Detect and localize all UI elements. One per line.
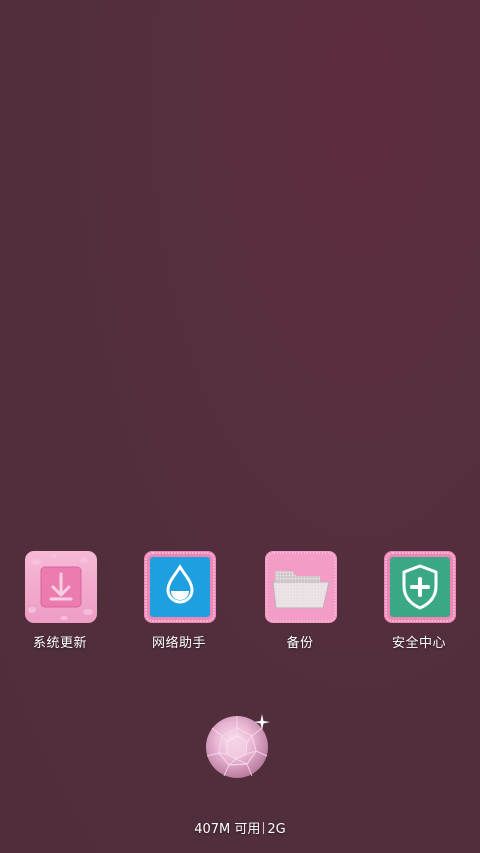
app-label: 安全中心 xyxy=(391,636,446,651)
status-divider xyxy=(263,822,265,834)
app-backup[interactable]: 备份 xyxy=(240,550,360,660)
water-drop-icon xyxy=(143,550,217,624)
memory-status: 407M 可用 xyxy=(194,822,261,837)
app-label: 备份 xyxy=(286,636,314,651)
app-system-update[interactable]: 系统更新 xyxy=(0,550,120,660)
app-network-assistant[interactable]: 网络助手 xyxy=(119,550,239,660)
network-status: 2G xyxy=(267,822,286,837)
folder-icon xyxy=(264,550,338,624)
app-security-center[interactable]: 安全中心 xyxy=(359,550,479,660)
app-row: 系统更新 网络助手 备份 安全中心 xyxy=(0,550,480,660)
app-label: 系统更新 xyxy=(32,636,87,651)
shield-plus-icon xyxy=(383,550,457,624)
diamond-icon[interactable] xyxy=(200,708,276,784)
app-label: 网络助手 xyxy=(151,636,206,651)
download-icon xyxy=(24,550,98,624)
status-bar: 407M 可用 2G xyxy=(0,818,480,837)
